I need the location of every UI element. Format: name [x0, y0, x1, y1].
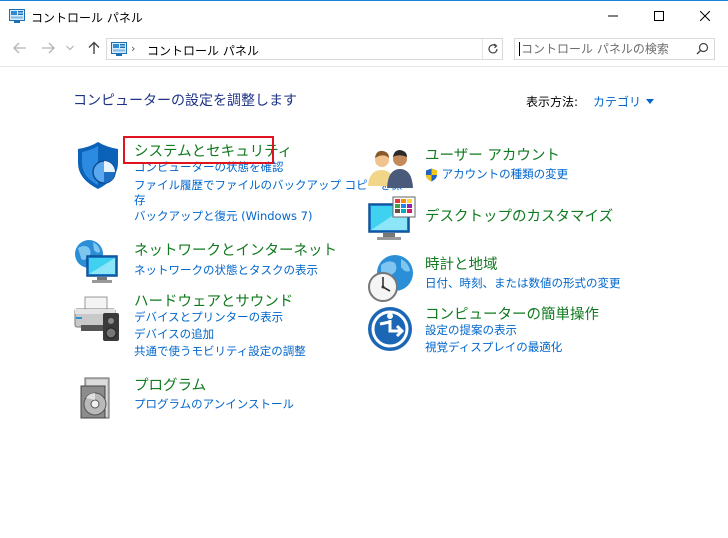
arrow-left-icon	[13, 42, 26, 54]
breadcrumb-control-panel[interactable]: コントロール パネル	[147, 42, 259, 59]
view-by-label: 表示方法:	[526, 95, 579, 109]
text-caret	[519, 42, 520, 56]
network-globe-icon	[75, 240, 118, 283]
link-change-account-type[interactable]: アカウントの種類の変更	[442, 167, 569, 181]
refresh-button[interactable]	[482, 39, 502, 59]
link-add-device[interactable]: デバイスの追加	[134, 326, 214, 343]
category-title-clock-region[interactable]: 時計と地域	[425, 253, 498, 274]
forward-button[interactable]	[39, 39, 57, 57]
navigation-bar: › コントロール パネル	[0, 31, 728, 67]
search-box[interactable]	[514, 38, 715, 60]
category-ease-of-access: コンピューターの簡単操作 設定の提案の表示 視覚ディスプレイの最適化	[367, 303, 667, 363]
minimize-button[interactable]	[590, 1, 636, 31]
category-title-hardware-sound[interactable]: ハードウェアとサウンド	[134, 290, 293, 311]
link-mobility-settings[interactable]: 共通で使うモビリティ設定の調整	[134, 343, 306, 360]
category-clock-region: 時計と地域 日付、時刻、または数値の形式の変更	[367, 253, 667, 303]
refresh-icon	[487, 43, 498, 54]
link-network-status[interactable]: ネットワークの状態とタスクの表示	[134, 262, 318, 279]
search-input[interactable]	[521, 41, 691, 57]
category-user-accounts: ユーザー アカウント アカウントの種類の変更	[367, 144, 667, 194]
breadcrumb-separator[interactable]: ›	[131, 42, 135, 55]
category-title-ease-of-access[interactable]: コンピューターの簡単操作	[425, 303, 599, 324]
recent-locations-button[interactable]	[63, 39, 77, 57]
back-button[interactable]	[11, 39, 29, 57]
monitor-colors-icon	[368, 196, 416, 240]
maximize-icon	[654, 11, 664, 21]
title-bar: コントロール パネル	[0, 0, 728, 31]
programs-disc-icon	[80, 377, 110, 419]
control-panel-icon	[9, 9, 25, 23]
category-title-desktop-customization[interactable]: デスクトップのカスタマイズ	[425, 205, 613, 226]
users-icon	[368, 150, 413, 188]
category-hardware-sound: ハードウェアとサウンド デバイスとプリンターの表示 デバイスの追加 共通で使うモ…	[73, 290, 363, 365]
clock-globe-icon	[368, 255, 413, 302]
window-title: コントロール パネル	[31, 11, 143, 25]
category-title-network-internet[interactable]: ネットワークとインターネット	[134, 239, 337, 260]
link-backup-restore[interactable]: バックアップと復元 (Windows 7)	[134, 208, 312, 225]
maximize-button[interactable]	[636, 1, 682, 31]
link-change-account-type-row[interactable]: アカウントの種類の変更	[425, 166, 568, 183]
printer-speaker-icon	[74, 296, 119, 341]
link-recommended-settings[interactable]: 設定の提案の表示	[425, 322, 517, 339]
highlight-box	[123, 136, 274, 164]
link-optimize-display[interactable]: 視覚ディスプレイの最適化	[425, 339, 562, 356]
minimize-icon	[608, 15, 618, 17]
close-icon	[700, 11, 710, 21]
arrow-right-icon	[42, 42, 55, 54]
category-programs: プログラム プログラムのアンインストール	[73, 374, 363, 424]
search-icon[interactable]	[696, 42, 709, 55]
category-title-programs[interactable]: プログラム	[134, 374, 206, 395]
link-uninstall-program[interactable]: プログラムのアンインストール	[134, 396, 294, 413]
link-file-history-backup-cont[interactable]: 存	[134, 192, 146, 209]
uac-shield-icon	[426, 168, 437, 181]
page-heading: コンピューターの設定を調整します	[73, 93, 297, 109]
category-desktop-customization: デスクトップのカスタマイズ	[367, 196, 667, 246]
link-date-time-format[interactable]: 日付、時刻、または数値の形式の変更	[425, 275, 621, 292]
up-button[interactable]	[85, 39, 103, 57]
link-devices-printers[interactable]: デバイスとプリンターの表示	[134, 309, 283, 326]
view-by-value[interactable]: カテゴリ	[593, 93, 641, 110]
arrow-up-icon	[88, 41, 100, 54]
caret-down-icon	[646, 99, 655, 104]
close-button[interactable]	[682, 1, 728, 31]
chevron-down-icon	[66, 45, 74, 51]
security-shield-icon	[78, 142, 118, 189]
category-title-user-accounts[interactable]: ユーザー アカウント	[425, 144, 560, 165]
control-panel-icon	[111, 42, 127, 56]
view-by-dropdown[interactable]: カテゴリ	[593, 93, 655, 110]
address-bar[interactable]: › コントロール パネル	[106, 38, 503, 60]
ease-of-access-icon	[368, 307, 412, 351]
category-network-internet: ネットワークとインターネット ネットワークの状態とタスクの表示	[73, 238, 363, 288]
link-file-history-backup[interactable]: ファイル履歴でファイルのバックアップ コピーを保	[134, 177, 402, 194]
